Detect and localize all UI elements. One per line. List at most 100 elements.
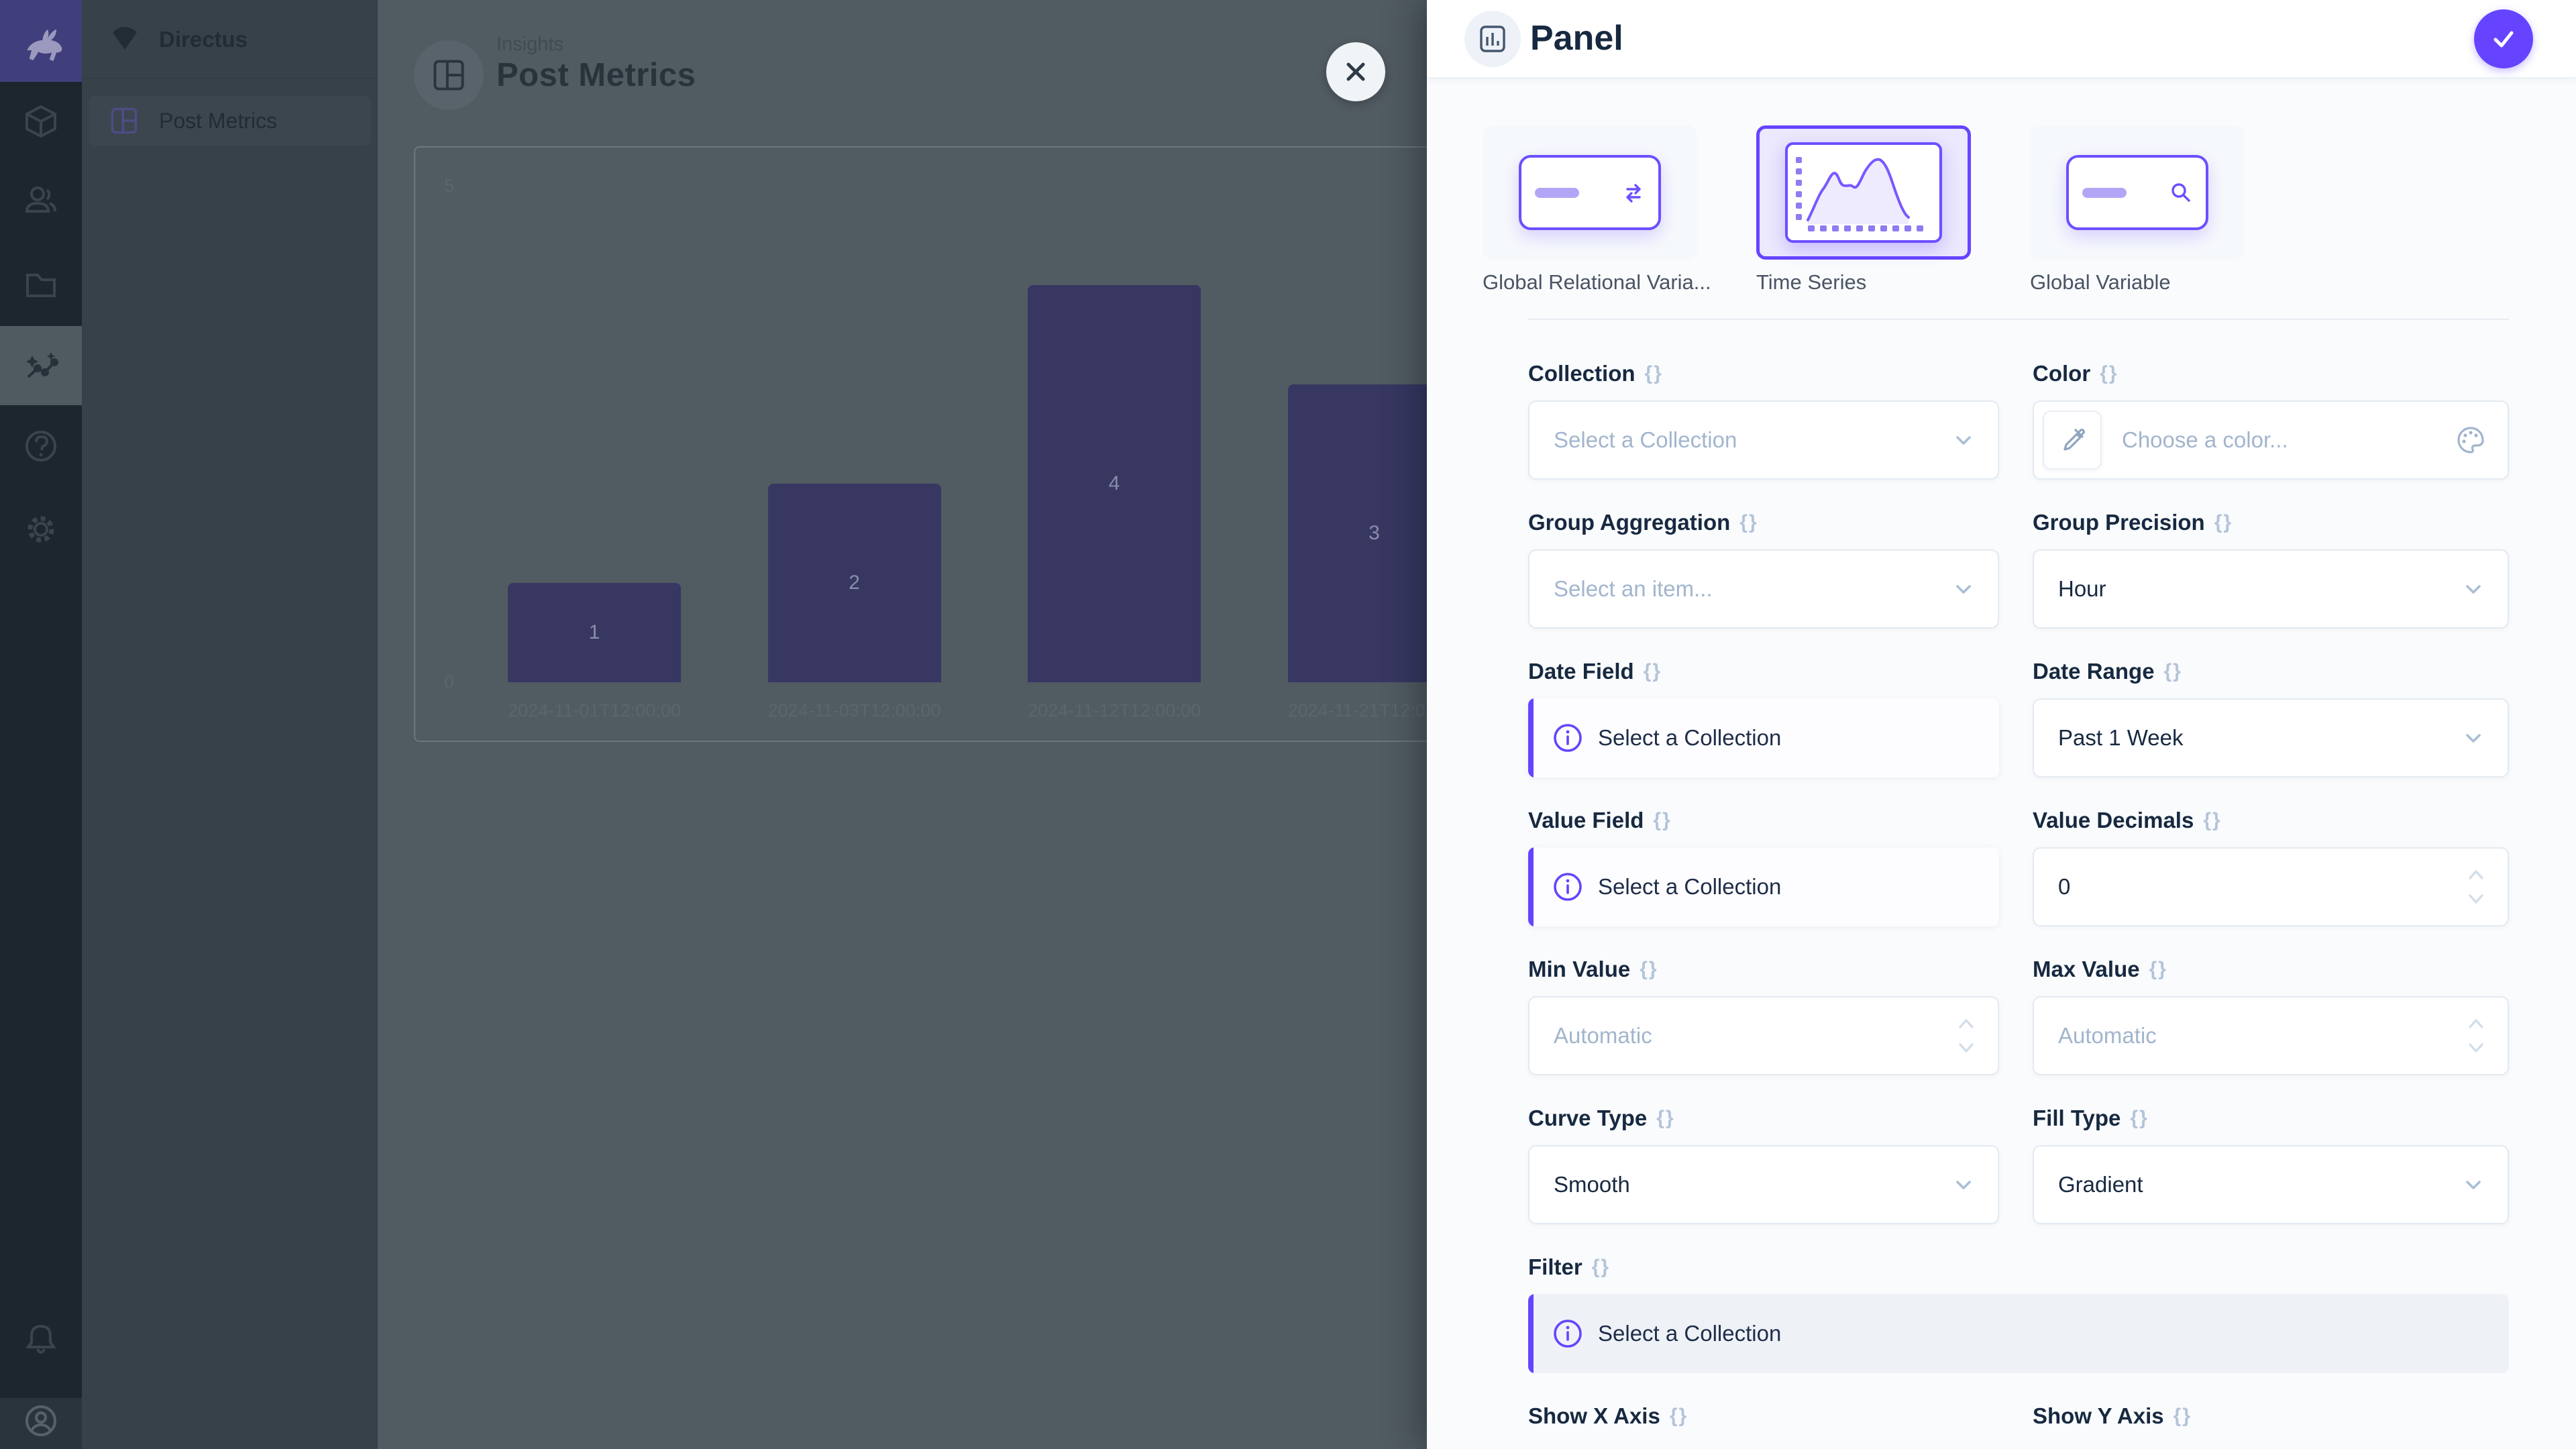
- value-decimals-input[interactable]: 0: [2033, 847, 2509, 926]
- raw-value-icon[interactable]: {}: [2100, 362, 2118, 385]
- navigation-sidebar: Directus Post Metrics: [82, 0, 378, 1449]
- select-value: Hour: [2058, 576, 2106, 602]
- account-avatar-icon[interactable]: [22, 1402, 60, 1440]
- rabbit-logo-icon: [16, 16, 66, 66]
- stepper-up-icon[interactable]: [2465, 1015, 2487, 1032]
- insights-module-icon[interactable]: [22, 347, 60, 384]
- stepper-down-icon[interactable]: [2465, 1039, 2487, 1057]
- raw-value-icon[interactable]: {}: [1739, 511, 1758, 534]
- panel-type-label: Time Series: [1756, 270, 1971, 294]
- panel-type-list: Global Relational Varia... Time Series G…: [1483, 125, 2509, 294]
- number-stepper[interactable]: [1955, 998, 1979, 1074]
- panel-type-card-timeseries[interactable]: [1756, 125, 1971, 260]
- raw-value-icon[interactable]: {}: [2164, 660, 2182, 683]
- save-button[interactable]: [2474, 9, 2533, 68]
- settings-module-icon[interactable]: [22, 511, 60, 548]
- group-aggregation-select[interactable]: Select an item...: [1528, 549, 1999, 629]
- raw-value-icon[interactable]: {}: [2214, 511, 2233, 534]
- raw-value-icon[interactable]: {}: [1656, 1107, 1674, 1130]
- panel-type-card-variable[interactable]: [2030, 125, 2245, 260]
- field-label: Show X Axis {}: [1528, 1403, 1999, 1430]
- bar-value-label: 2: [849, 572, 860, 594]
- eyedropper-button[interactable]: [2043, 411, 2102, 470]
- info-icon: [1552, 871, 1583, 902]
- field-date-field: Date Field {}Select a Collection: [1528, 658, 1999, 777]
- breadcrumb[interactable]: Insights: [496, 34, 564, 56]
- fill-type-select[interactable]: Gradient: [2033, 1145, 2509, 1224]
- stepper-down-icon[interactable]: [1955, 1039, 1978, 1057]
- content-module-icon[interactable]: [22, 103, 60, 140]
- panel-options-form: Collection {} Select a Collection Color {}…: [1528, 360, 2509, 1449]
- field-label-text: Min Value: [1528, 957, 1630, 982]
- date-range-select[interactable]: Past 1 Week: [2033, 698, 2509, 777]
- select-value: Gradient: [2058, 1172, 2143, 1197]
- help-module-icon[interactable]: [22, 427, 60, 465]
- min-value-input[interactable]: Automatic: [1528, 996, 1999, 1075]
- raw-value-icon[interactable]: {}: [2130, 1107, 2148, 1130]
- drawer-title: Panel: [1530, 0, 1623, 76]
- module-bar: [0, 0, 82, 1449]
- dashboard-title-button[interactable]: [414, 40, 484, 110]
- field-label-text: Color: [2033, 361, 2090, 386]
- x-axis-tick: 2024-11-01T12:00:00: [508, 700, 681, 721]
- color-input[interactable]: Choose a color...: [2033, 400, 2509, 480]
- field-fill-type: Fill Type {}Gradient: [2033, 1105, 2509, 1224]
- raw-value-icon[interactable]: {}: [1640, 958, 1658, 981]
- number-stepper[interactable]: [2465, 998, 2489, 1074]
- select-value: Smooth: [1554, 1172, 1630, 1197]
- collection-select[interactable]: Select a Collection: [1528, 400, 1999, 480]
- x-axis-tick: 2024-11-03T12:00:00: [768, 700, 941, 721]
- raw-value-icon[interactable]: {}: [1645, 362, 1663, 385]
- raw-value-icon[interactable]: {}: [1644, 660, 1662, 683]
- raw-value-icon[interactable]: {}: [2203, 809, 2221, 832]
- close-drawer-button[interactable]: [1326, 42, 1385, 101]
- raw-value-icon[interactable]: {}: [2149, 958, 2167, 981]
- stepper-down-icon[interactable]: [2465, 890, 2487, 908]
- field-group-aggregation: Group Aggregation {} Select an item...: [1528, 509, 1999, 629]
- field-label: Max Value {}: [2033, 956, 2509, 983]
- users-module-icon[interactable]: [22, 181, 60, 219]
- curve-type-select[interactable]: Smooth: [1528, 1145, 1999, 1224]
- date-field-notice[interactable]: Select a Collection: [1528, 698, 1999, 777]
- bar-value-label: 3: [1368, 522, 1380, 545]
- time-series-card-art: [1785, 142, 1942, 243]
- stepper-up-icon[interactable]: [1955, 1015, 1978, 1032]
- max-value-input[interactable]: Automatic: [2033, 996, 2509, 1075]
- field-label-text: Curve Type: [1528, 1106, 1647, 1131]
- field-label: Group Aggregation {}: [1528, 509, 1999, 536]
- panel-type-label: Global Relational Varia...: [1483, 270, 1697, 294]
- field-group-precision: Group Precision {} Hour: [2033, 509, 2509, 629]
- field-label: Filter {}: [1528, 1254, 2509, 1281]
- select-value: Past 1 Week: [2058, 725, 2183, 751]
- field-label-text: Collection: [1528, 361, 1635, 386]
- files-module-icon[interactable]: [22, 265, 60, 303]
- check-icon: [2489, 24, 2518, 54]
- stepper-up-icon[interactable]: [2465, 866, 2487, 883]
- panel-type-card-relational[interactable]: [1483, 125, 1697, 260]
- panel-editor-drawer: Panel Global Relational Varia... Time Se…: [1427, 0, 2576, 1449]
- raw-value-icon[interactable]: {}: [1670, 1405, 1688, 1428]
- notice-text: Select a Collection: [1598, 1321, 1781, 1346]
- directus-logo[interactable]: [0, 0, 82, 82]
- number-value: Automatic: [1554, 1023, 1652, 1049]
- number-stepper[interactable]: [2465, 849, 2489, 925]
- page-title: Post Metrics: [496, 56, 696, 94]
- value-field-notice[interactable]: Select a Collection: [1528, 847, 1999, 926]
- palette-icon[interactable]: [2455, 425, 2486, 455]
- field-label-text: Group Precision: [2033, 510, 2205, 535]
- group-precision-select[interactable]: Hour: [2033, 549, 2509, 629]
- filter-notice[interactable]: Select a Collection: [1528, 1294, 2509, 1373]
- dashboard-icon: [431, 58, 466, 93]
- project-chooser[interactable]: Directus: [82, 0, 378, 78]
- raw-value-icon[interactable]: {}: [2174, 1405, 2192, 1428]
- sidebar-item-post-metrics[interactable]: Post Metrics: [89, 96, 371, 146]
- chevron-down-icon: [2462, 727, 2485, 749]
- field-label: Value Decimals {}: [2033, 807, 2509, 834]
- field-label-text: Filter: [1528, 1254, 1582, 1280]
- notice-text: Select a Collection: [1598, 725, 1781, 751]
- raw-value-icon[interactable]: {}: [1653, 809, 1671, 832]
- raw-value-icon[interactable]: {}: [1592, 1256, 1610, 1279]
- eyedropper-icon: [2057, 425, 2087, 455]
- notifications-bell-icon[interactable]: [22, 1320, 60, 1357]
- number-value: Automatic: [2058, 1023, 2157, 1049]
